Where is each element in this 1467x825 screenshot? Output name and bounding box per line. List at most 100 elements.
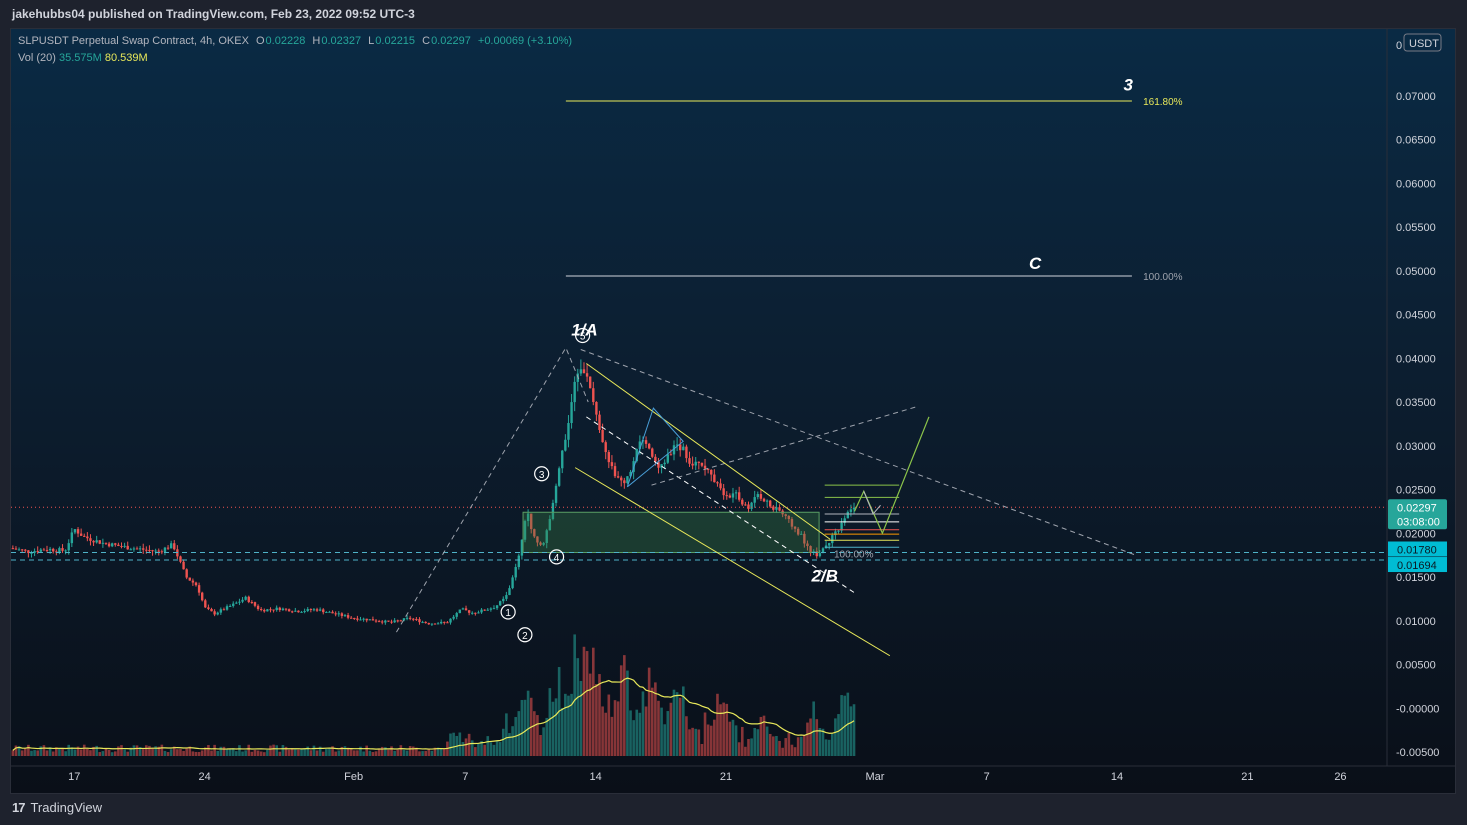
candle-body [337, 613, 340, 615]
candle-body [204, 600, 207, 608]
volume-bar [644, 706, 648, 756]
volume-bar [700, 743, 704, 756]
candle-body [86, 536, 89, 539]
candle-body [148, 549, 151, 551]
volume-bar [719, 704, 722, 756]
volume-bar [222, 746, 226, 756]
volume-bar [334, 751, 337, 756]
volume-bar [635, 709, 639, 756]
tradingview-brand[interactable]: 17 TradingView [12, 796, 102, 820]
volume-bar [803, 734, 806, 756]
y-tick-label: -0.00000 [1396, 703, 1439, 715]
candle-body [728, 495, 732, 498]
candle-body [483, 609, 486, 611]
candle-body [210, 608, 213, 612]
volume-bar [132, 745, 136, 756]
candle-body [427, 623, 430, 625]
candle-body [343, 615, 347, 617]
volume-bar [191, 751, 195, 756]
symbol-legend[interactable]: SLPUSDT Perpetual Swap Contract, 4h, OKE… [18, 35, 576, 47]
wave-label: 1 [505, 608, 511, 619]
currency-label: USDT [1409, 38, 1439, 50]
volume-bar [545, 717, 549, 756]
candle-body [232, 603, 235, 606]
volume-bar [82, 744, 86, 756]
y-tick-label: 0 [1396, 40, 1402, 52]
volume-bar [619, 665, 623, 756]
volume-bar [495, 740, 499, 756]
y-tick-label: 0.02500 [1396, 485, 1436, 497]
candle-body [374, 620, 378, 622]
candle-body [173, 543, 176, 550]
candle-body [334, 613, 337, 615]
volume-bar [61, 748, 64, 756]
volume-bar [542, 727, 545, 756]
candle-body [762, 498, 766, 502]
candle-body [219, 609, 223, 613]
candle-body [455, 613, 458, 617]
candle-body [582, 369, 586, 374]
volume-bar [244, 750, 247, 756]
candle-body [365, 618, 368, 621]
volume-bar [126, 751, 130, 756]
volume-bar [33, 750, 36, 756]
candle-body [452, 616, 455, 619]
volume-legend[interactable]: Vol (20) 35.575M 80.539M [18, 52, 148, 64]
volume-bar [806, 722, 809, 756]
candle-body [281, 608, 285, 611]
candle-body [433, 623, 437, 625]
volume-bar [772, 736, 775, 756]
candle-body [138, 548, 142, 550]
candle-body [561, 450, 564, 469]
volume-bar [228, 749, 232, 756]
candle-body [666, 454, 669, 463]
volume-bar [58, 748, 61, 756]
candle-body [377, 621, 381, 623]
candle-body [443, 621, 446, 623]
volume-bar [688, 729, 691, 756]
volume-bar [588, 673, 592, 756]
candle-body [585, 373, 589, 377]
candle-body [349, 617, 353, 619]
candle-body [554, 485, 558, 503]
candle-body [734, 492, 738, 494]
candle-body [241, 599, 244, 602]
volume-bar [582, 646, 586, 756]
volume-bar [533, 711, 536, 756]
price-chart[interactable]: 123451/A2/BC3 161.80%100.00%100.00% 00.0… [0, 0, 1467, 825]
candle-body [613, 466, 617, 477]
volume-bar [638, 712, 642, 756]
volume-bar [604, 712, 608, 756]
wave-label: 1/A [571, 321, 597, 340]
volume-bar [117, 746, 120, 756]
candle-body [710, 469, 713, 475]
volume-bar [703, 712, 707, 756]
candle-body [384, 620, 387, 623]
y-tick-label: 0.01000 [1396, 616, 1436, 628]
candle-body [700, 462, 704, 466]
candle-body [222, 609, 226, 611]
y-tick-label: 0.04500 [1396, 310, 1436, 322]
volume-bar [809, 718, 812, 756]
candle-body [601, 429, 604, 443]
candle-body [272, 609, 275, 611]
candle-body [514, 567, 517, 578]
candle-body [731, 493, 735, 498]
volume-bar [349, 748, 353, 756]
candle-body [154, 550, 157, 552]
candle-body [201, 592, 204, 601]
volume-bar [374, 751, 378, 756]
candle-body [163, 547, 167, 552]
volume-bars [11, 634, 856, 756]
volume-bar [585, 651, 589, 756]
volume-bar [253, 749, 257, 756]
volume-bar [554, 698, 558, 756]
candle-body [837, 530, 840, 532]
wave-label: 3 [539, 470, 545, 481]
candle-body [477, 612, 480, 614]
volume-bar [837, 714, 840, 756]
candle-body [275, 607, 278, 611]
candle-body [238, 601, 241, 603]
volume-bar [678, 697, 682, 756]
volume-bar [796, 737, 800, 756]
